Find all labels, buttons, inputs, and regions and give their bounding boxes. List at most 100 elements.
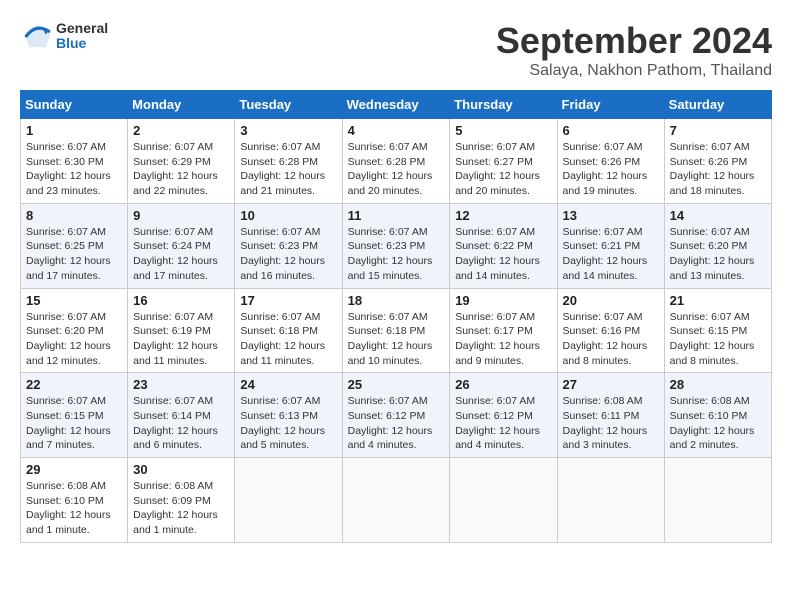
- day-number: 19: [455, 293, 551, 308]
- day-number: 29: [26, 462, 122, 477]
- calendar-week-row: 22 Sunrise: 6:07 AM Sunset: 6:15 PM Dayli…: [21, 373, 772, 458]
- day-number: 1: [26, 123, 122, 138]
- day-info: Sunrise: 6:07 AM Sunset: 6:23 PM Dayligh…: [240, 225, 336, 284]
- calendar-week-row: 1 Sunrise: 6:07 AM Sunset: 6:30 PM Daylig…: [21, 119, 772, 204]
- day-number: 14: [670, 208, 766, 223]
- table-row: [664, 458, 771, 543]
- day-number: 8: [26, 208, 122, 223]
- day-info: Sunrise: 6:07 AM Sunset: 6:18 PM Dayligh…: [240, 310, 336, 369]
- table-row: [450, 458, 557, 543]
- day-info: Sunrise: 6:08 AM Sunset: 6:09 PM Dayligh…: [133, 479, 229, 538]
- table-row: 1 Sunrise: 6:07 AM Sunset: 6:30 PM Daylig…: [21, 119, 128, 204]
- table-row: 20Sunrise: 6:07 AM Sunset: 6:16 PM Dayli…: [557, 288, 664, 373]
- day-number: 20: [563, 293, 659, 308]
- table-row: 24 Sunrise: 6:07 AM Sunset: 6:13 PM Dayli…: [235, 373, 342, 458]
- calendar-week-row: 8 Sunrise: 6:07 AM Sunset: 6:25 PM Daylig…: [21, 203, 772, 288]
- table-row: 18 Sunrise: 6:07 AM Sunset: 6:18 PM Dayli…: [342, 288, 450, 373]
- table-row: 25 Sunrise: 6:07 AM Sunset: 6:12 PM Dayli…: [342, 373, 450, 458]
- day-info: Sunrise: 6:08 AM Sunset: 6:11 PM Dayligh…: [563, 394, 659, 453]
- col-tuesday: Tuesday: [235, 91, 342, 119]
- day-info: Sunrise: 6:07 AM Sunset: 6:28 PM Dayligh…: [348, 140, 445, 199]
- day-info: Sunrise: 6:08 AM Sunset: 6:10 PM Dayligh…: [26, 479, 122, 538]
- table-row: 17 Sunrise: 6:07 AM Sunset: 6:18 PM Dayli…: [235, 288, 342, 373]
- day-info: Sunrise: 6:07 AM Sunset: 6:14 PM Dayligh…: [133, 394, 229, 453]
- table-row: 29 Sunrise: 6:08 AM Sunset: 6:10 PM Dayli…: [21, 458, 128, 543]
- day-number: 16: [133, 293, 229, 308]
- day-number: 13: [563, 208, 659, 223]
- day-info: Sunrise: 6:07 AM Sunset: 6:21 PM Dayligh…: [563, 225, 659, 284]
- day-number: 3: [240, 123, 336, 138]
- day-number: 5: [455, 123, 551, 138]
- table-row: 26 Sunrise: 6:07 AM Sunset: 6:12 PM Dayli…: [450, 373, 557, 458]
- day-info: Sunrise: 6:07 AM Sunset: 6:20 PM Dayligh…: [670, 225, 766, 284]
- day-number: 11: [348, 208, 445, 223]
- day-info: Sunrise: 6:07 AM Sunset: 6:28 PM Dayligh…: [240, 140, 336, 199]
- day-number: 22: [26, 377, 122, 392]
- day-info: Sunrise: 6:07 AM Sunset: 6:12 PM Dayligh…: [455, 394, 551, 453]
- logo-text: General Blue: [56, 21, 108, 52]
- table-row: 8 Sunrise: 6:07 AM Sunset: 6:25 PM Daylig…: [21, 203, 128, 288]
- table-row: 16 Sunrise: 6:07 AM Sunset: 6:19 PM Dayli…: [128, 288, 235, 373]
- month-title: September 2024: [496, 20, 772, 62]
- calendar-table: Sunday Monday Tuesday Wednesday Thursday…: [20, 90, 772, 543]
- day-number: 6: [563, 123, 659, 138]
- table-row: 3 Sunrise: 6:07 AM Sunset: 6:28 PM Daylig…: [235, 119, 342, 204]
- calendar-week-row: 29 Sunrise: 6:08 AM Sunset: 6:10 PM Dayli…: [21, 458, 772, 543]
- day-number: 10: [240, 208, 336, 223]
- col-sunday: Sunday: [21, 91, 128, 119]
- col-saturday: Saturday: [664, 91, 771, 119]
- table-row: 4 Sunrise: 6:07 AM Sunset: 6:28 PM Daylig…: [342, 119, 450, 204]
- day-info: Sunrise: 6:07 AM Sunset: 6:26 PM Dayligh…: [670, 140, 766, 199]
- table-row: 13 Sunrise: 6:07 AM Sunset: 6:21 PM Dayli…: [557, 203, 664, 288]
- table-row: 6 Sunrise: 6:07 AM Sunset: 6:26 PM Daylig…: [557, 119, 664, 204]
- day-info: Sunrise: 6:07 AM Sunset: 6:18 PM Dayligh…: [348, 310, 445, 369]
- day-info: Sunrise: 6:07 AM Sunset: 6:20 PM Dayligh…: [26, 310, 122, 369]
- table-row: [235, 458, 342, 543]
- table-row: 23 Sunrise: 6:07 AM Sunset: 6:14 PM Dayli…: [128, 373, 235, 458]
- day-number: 12: [455, 208, 551, 223]
- day-info: Sunrise: 6:07 AM Sunset: 6:22 PM Dayligh…: [455, 225, 551, 284]
- day-info: Sunrise: 6:07 AM Sunset: 6:12 PM Dayligh…: [348, 394, 445, 453]
- day-number: 15: [26, 293, 122, 308]
- table-row: 21 Sunrise: 6:07 AM Sunset: 6:15 PM Dayli…: [664, 288, 771, 373]
- table-row: 5 Sunrise: 6:07 AM Sunset: 6:27 PM Daylig…: [450, 119, 557, 204]
- day-number: 25: [348, 377, 445, 392]
- col-friday: Friday: [557, 91, 664, 119]
- table-row: 22 Sunrise: 6:07 AM Sunset: 6:15 PM Dayli…: [21, 373, 128, 458]
- col-monday: Monday: [128, 91, 235, 119]
- day-info: Sunrise: 6:07 AM Sunset: 6:25 PM Dayligh…: [26, 225, 122, 284]
- day-number: 27: [563, 377, 659, 392]
- table-row: 12 Sunrise: 6:07 AM Sunset: 6:22 PM Dayli…: [450, 203, 557, 288]
- day-number: 4: [348, 123, 445, 138]
- table-row: 2Sunrise: 6:07 AM Sunset: 6:29 PM Daylig…: [128, 119, 235, 204]
- logo-general-text: General: [56, 21, 108, 36]
- day-info: Sunrise: 6:07 AM Sunset: 6:15 PM Dayligh…: [26, 394, 122, 453]
- day-number: 28: [670, 377, 766, 392]
- col-wednesday: Wednesday: [342, 91, 450, 119]
- table-row: 30 Sunrise: 6:08 AM Sunset: 6:09 PM Dayli…: [128, 458, 235, 543]
- day-info: Sunrise: 6:07 AM Sunset: 6:26 PM Dayligh…: [563, 140, 659, 199]
- day-info: Sunrise: 6:07 AM Sunset: 6:23 PM Dayligh…: [348, 225, 445, 284]
- day-number: 23: [133, 377, 229, 392]
- day-info: Sunrise: 6:07 AM Sunset: 6:19 PM Dayligh…: [133, 310, 229, 369]
- day-number: 26: [455, 377, 551, 392]
- table-row: 28Sunrise: 6:08 AM Sunset: 6:10 PM Dayli…: [664, 373, 771, 458]
- table-row: 10 Sunrise: 6:07 AM Sunset: 6:23 PM Dayli…: [235, 203, 342, 288]
- table-row: 19Sunrise: 6:07 AM Sunset: 6:17 PM Dayli…: [450, 288, 557, 373]
- day-number: 24: [240, 377, 336, 392]
- calendar-week-row: 15 Sunrise: 6:07 AM Sunset: 6:20 PM Dayli…: [21, 288, 772, 373]
- day-number: 2: [133, 123, 229, 138]
- day-info: Sunrise: 6:07 AM Sunset: 6:27 PM Dayligh…: [455, 140, 551, 199]
- calendar-header-row: Sunday Monday Tuesday Wednesday Thursday…: [21, 91, 772, 119]
- day-number: 30: [133, 462, 229, 477]
- day-number: 21: [670, 293, 766, 308]
- day-number: 17: [240, 293, 336, 308]
- logo-icon: [20, 20, 52, 52]
- day-info: Sunrise: 6:07 AM Sunset: 6:30 PM Dayligh…: [26, 140, 122, 199]
- table-row: 11 Sunrise: 6:07 AM Sunset: 6:23 PM Dayli…: [342, 203, 450, 288]
- day-info: Sunrise: 6:07 AM Sunset: 6:13 PM Dayligh…: [240, 394, 336, 453]
- table-row: 27 Sunrise: 6:08 AM Sunset: 6:11 PM Dayli…: [557, 373, 664, 458]
- table-row: 7Sunrise: 6:07 AM Sunset: 6:26 PM Daylig…: [664, 119, 771, 204]
- day-number: 18: [348, 293, 445, 308]
- day-info: Sunrise: 6:07 AM Sunset: 6:15 PM Dayligh…: [670, 310, 766, 369]
